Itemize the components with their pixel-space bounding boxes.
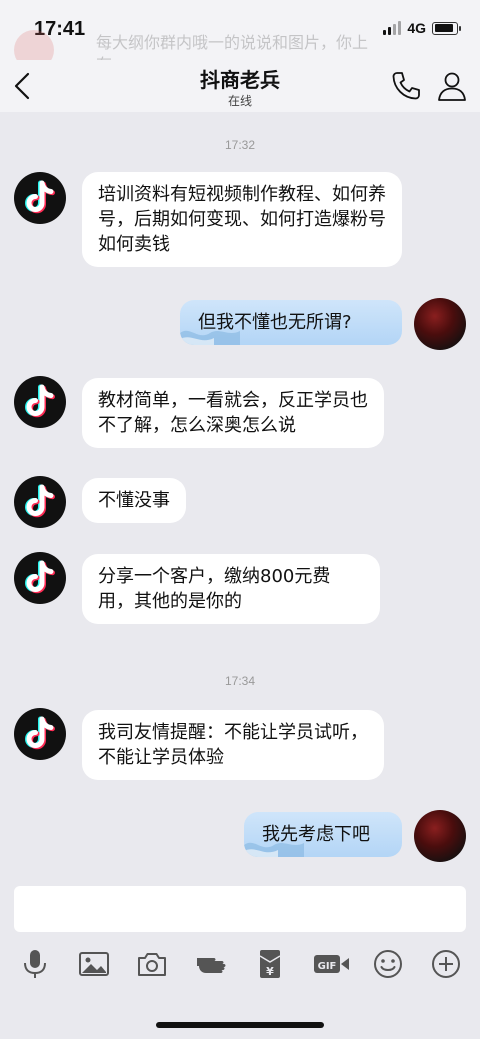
gif-label: GIF bbox=[318, 961, 337, 972]
message-bubble-incoming[interactable]: 不懂没事 bbox=[82, 478, 186, 523]
timestamp: 17:32 bbox=[224, 138, 256, 152]
camera-icon bbox=[138, 953, 166, 976]
microphone-icon bbox=[24, 950, 46, 978]
microphone-button[interactable] bbox=[17, 946, 53, 982]
person-icon bbox=[438, 72, 466, 101]
poke-icon bbox=[197, 958, 226, 973]
message-bubble-incoming[interactable]: 分享一个客户，缴纳800元费用，其他的是你的 bbox=[82, 554, 380, 624]
plus-icon bbox=[432, 950, 460, 978]
profile-button[interactable] bbox=[434, 68, 470, 104]
message-bubble-incoming[interactable]: 我司友情提醒：不能让学员试听，不能让学员体验 bbox=[82, 710, 384, 780]
contact-avatar[interactable] bbox=[14, 708, 66, 760]
red-packet-symbol: ¥ bbox=[266, 965, 274, 978]
image-icon bbox=[79, 952, 109, 976]
red-packet-button[interactable]: ¥ bbox=[252, 946, 288, 982]
message-bubble-outgoing[interactable]: 但我不懂也无所谓? bbox=[180, 300, 402, 345]
gif-icon: GIF bbox=[314, 955, 349, 973]
plus-button[interactable] bbox=[428, 946, 464, 982]
message-bubble-incoming[interactable]: 教材简单，一看就会，反正学员也不了解，怎么深奥怎么说 bbox=[82, 378, 384, 448]
tiktok-logo-icon bbox=[25, 180, 55, 214]
tiktok-logo-icon bbox=[25, 560, 55, 594]
tiktok-logo-icon bbox=[25, 484, 55, 518]
chat-header: 抖商老兵 在线 bbox=[0, 60, 480, 112]
home-indicator[interactable] bbox=[156, 1022, 324, 1028]
contact-avatar[interactable] bbox=[14, 376, 66, 428]
user-avatar[interactable] bbox=[414, 810, 466, 862]
call-button[interactable] bbox=[388, 68, 424, 104]
contact-avatar[interactable] bbox=[14, 552, 66, 604]
contact-avatar[interactable] bbox=[14, 172, 66, 224]
emoji-icon bbox=[374, 950, 402, 978]
timestamp: 17:34 bbox=[224, 674, 256, 688]
battery-icon bbox=[432, 21, 461, 35]
red-packet-icon: ¥ bbox=[259, 950, 281, 978]
message-bubble-incoming[interactable]: 培训资料有短视频制作教程、如何养号，后期如何变现、如何打造爆粉号如何卖钱 bbox=[82, 172, 402, 267]
status-indicators: 4G bbox=[383, 20, 461, 36]
network-label: 4G bbox=[407, 20, 426, 36]
tiktok-logo-icon bbox=[25, 716, 55, 750]
tiktok-logo-icon bbox=[25, 384, 55, 418]
phone-icon bbox=[392, 72, 420, 100]
contact-avatar[interactable] bbox=[14, 476, 66, 528]
message-text: 但我不懂也无所谓? bbox=[198, 312, 352, 333]
emoji-button[interactable] bbox=[370, 946, 406, 982]
message-input[interactable] bbox=[14, 886, 466, 932]
signal-icon bbox=[383, 21, 402, 35]
user-avatar[interactable] bbox=[414, 298, 466, 350]
gif-button[interactable]: GIF bbox=[312, 946, 352, 982]
poke-button[interactable] bbox=[194, 946, 230, 982]
message-text: 我先考虑下吧 bbox=[262, 824, 370, 845]
camera-button[interactable] bbox=[134, 946, 170, 982]
message-bubble-outgoing[interactable]: 我先考虑下吧 bbox=[244, 812, 402, 857]
image-button[interactable] bbox=[76, 946, 112, 982]
